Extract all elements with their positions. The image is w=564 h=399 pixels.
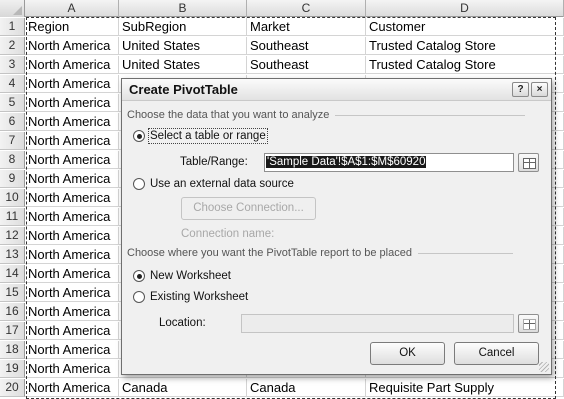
sheet-row: 1 Region SubRegion Market Customer [0,18,564,36]
cell-a[interactable]: North America [25,284,119,302]
cell-b[interactable]: United States [119,37,247,55]
cell-c[interactable]: Southeast [247,37,366,55]
cell-a[interactable]: North America [25,113,119,131]
row-header[interactable]: 20 [0,379,25,397]
row-header[interactable]: 17 [0,322,25,340]
row-header[interactable]: 14 [0,265,25,283]
connection-name-label: Connection name: [181,228,275,240]
radio-new-worksheet[interactable]: New Worksheet [133,270,231,282]
cell-b[interactable]: Canada [119,379,247,397]
dialog-title: Create PivotTable [129,82,238,97]
sheet-row: 20 North America Canada Canada Requisite Par… [0,379,564,397]
radio-new-worksheet-dot[interactable] [133,270,145,282]
ok-button[interactable]: OK [370,342,445,365]
cell-a[interactable]: North America [25,360,119,378]
cell-a[interactable]: North America [25,94,119,112]
radio-external-source-label: Use an external data source [150,178,294,190]
cell-c[interactable]: Canada [247,379,366,397]
choose-connection-button[interactable]: Choose Connection... [181,197,316,220]
radio-existing-worksheet[interactable]: Existing Worksheet [133,291,248,303]
column-header-c[interactable]: C [247,0,366,17]
cell-a[interactable]: North America [25,341,119,359]
cell-d[interactable]: Requisite Part Supply [366,379,564,397]
close-icon[interactable]: × [531,82,548,97]
cell-d[interactable]: Customer [366,18,564,36]
section-choose-placement-label: Choose where you want the PivotTable rep… [127,247,412,259]
cell-a[interactable]: North America [25,75,119,93]
row-header[interactable]: 16 [0,303,25,321]
cell-a[interactable]: North America [25,379,119,397]
row-header[interactable]: 5 [0,94,25,112]
radio-select-table[interactable]: Select a table or range [133,128,268,144]
row-header[interactable]: 12 [0,227,25,245]
row-header[interactable]: 13 [0,246,25,264]
cell-a[interactable]: North America [25,56,119,74]
cell-a[interactable]: North America [25,227,119,245]
section-choose-data-label: Choose the data that you want to analyze [127,109,330,121]
cell-b[interactable]: United States [119,56,247,74]
cell-a[interactable]: North America [25,170,119,188]
cell-a[interactable]: North America [25,37,119,55]
cell-c[interactable]: Southeast [247,56,366,74]
radio-external-source[interactable]: Use an external data source [133,178,294,190]
column-header-d[interactable]: D [366,0,564,17]
cell-a[interactable]: Region [25,18,119,36]
radio-external-source-dot[interactable] [133,178,145,190]
cell-d[interactable]: Trusted Catalog Store [366,37,564,55]
location-input[interactable] [241,314,514,333]
column-header-a[interactable]: A [25,0,119,17]
table-range-input[interactable]: 'Sample Data'!$A$1:$M$60920 [264,153,514,172]
sheet-row: 3 North America United States Southeast Trus… [0,56,564,74]
resize-grip-icon[interactable] [539,362,549,372]
sheet-row: 2 North America United States Southeast Trus… [0,37,564,55]
cell-a[interactable]: North America [25,151,119,169]
radio-select-table-label: Select a table or range [148,128,268,144]
radio-existing-worksheet-dot[interactable] [133,291,145,303]
range-picker-icon[interactable] [518,153,539,172]
row-header[interactable]: 8 [0,151,25,169]
cell-a[interactable]: North America [25,322,119,340]
create-pivottable-dialog: Create PivotTable ? × Choose the data th… [121,78,552,375]
section-choose-data: Choose the data that you want to analyze [127,109,526,121]
cell-c[interactable]: Market [247,18,366,36]
cell-a[interactable]: North America [25,208,119,226]
row-header[interactable]: 7 [0,132,25,150]
cell-a[interactable]: North America [25,265,119,283]
row-header[interactable]: 2 [0,37,25,55]
section-divider [335,114,526,116]
table-range-value: 'Sample Data'!$A$1:$M$60920 [266,156,427,168]
radio-existing-worksheet-label: Existing Worksheet [150,291,249,303]
cell-a[interactable]: North America [25,246,119,264]
cell-b[interactable]: SubRegion [119,18,247,36]
section-choose-placement: Choose where you want the PivotTable rep… [127,247,513,259]
cell-a[interactable]: North America [25,303,119,321]
row-header[interactable]: 15 [0,284,25,302]
row-header[interactable]: 6 [0,113,25,131]
row-header[interactable]: 11 [0,208,25,226]
row-header[interactable]: 19 [0,360,25,378]
help-icon[interactable]: ? [512,82,529,97]
row-header[interactable]: 9 [0,170,25,188]
location-picker-icon[interactable] [518,314,539,333]
row-header[interactable]: 4 [0,75,25,93]
column-header-row: A B C D [0,0,564,17]
select-all-corner[interactable] [0,0,25,17]
column-header-b[interactable]: B [119,0,247,17]
location-label: Location: [159,317,206,329]
cancel-button[interactable]: Cancel [454,342,539,365]
radio-select-table-dot[interactable] [133,130,145,142]
row-header[interactable]: 1 [0,18,25,36]
radio-new-worksheet-label: New Worksheet [150,270,231,282]
cell-a[interactable]: North America [25,132,119,150]
section-divider [417,252,513,254]
row-header[interactable]: 3 [0,56,25,74]
row-header[interactable]: 10 [0,189,25,207]
table-range-label: Table/Range: [180,156,248,168]
row-header[interactable]: 18 [0,341,25,359]
cell-d[interactable]: Trusted Catalog Store [366,56,564,74]
dialog-titlebar[interactable]: Create PivotTable ? × [122,79,551,101]
cell-a[interactable]: North America [25,189,119,207]
